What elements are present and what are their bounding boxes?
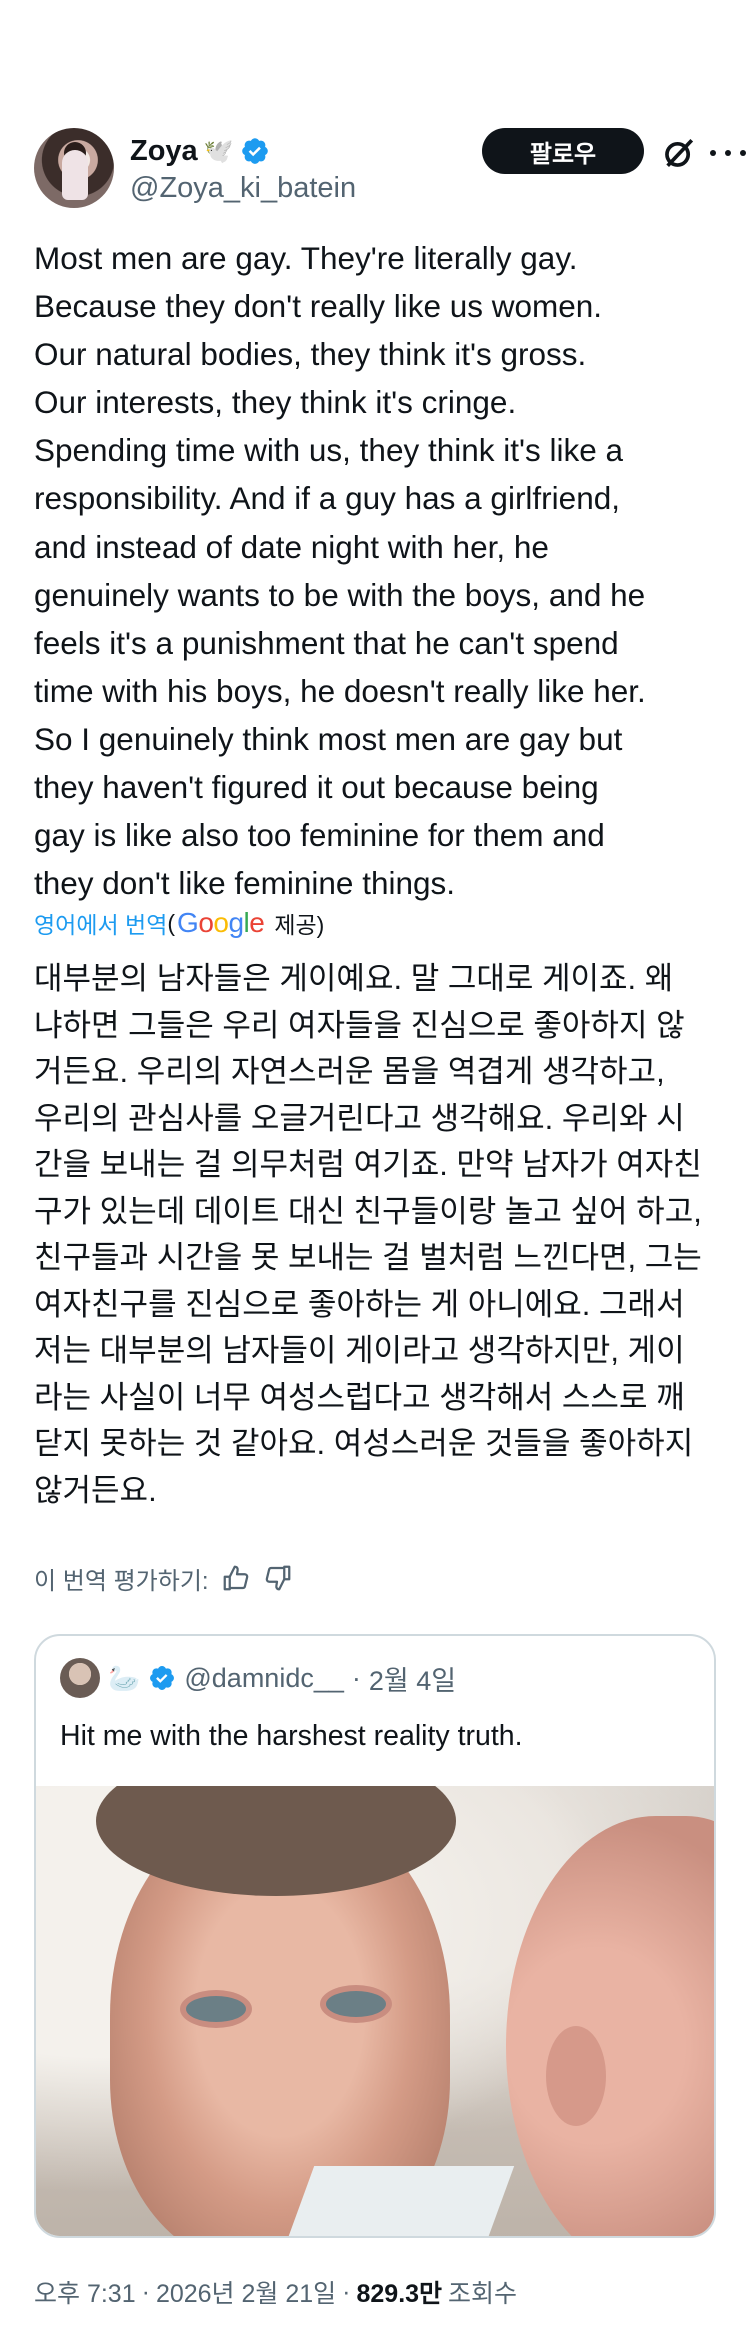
tweet-date[interactable]: 2026년 2월 21일: [156, 2274, 336, 2310]
image-collar: [277, 2166, 515, 2236]
quoted-tweet-text: Hit me with the harshest reality truth.: [60, 1720, 523, 1752]
translated-text: 대부분의 남자들은 게이예요. 말 그대로 게이죠. 왜 냐하면 그들은 우리 …: [34, 961, 702, 1508]
open-paren: (: [167, 909, 176, 936]
image-eye: [186, 1996, 246, 2022]
quoted-tweet-image[interactable]: [36, 1786, 714, 2236]
author-name[interactable]: Zoya: [130, 135, 198, 168]
more-dot: [710, 150, 716, 156]
quoted-author-avatar: [60, 1658, 100, 1698]
avatar-figure: [62, 150, 88, 200]
verified-badge-icon[interactable]: [240, 136, 270, 166]
verified-badge-icon: [150, 1666, 175, 1690]
author-avatar[interactable]: [34, 128, 114, 208]
grok-icon[interactable]: [662, 136, 696, 170]
dove-emoji: 🕊️: [203, 137, 234, 165]
views-count: 829.3만: [356, 2280, 443, 2308]
google-logo-letter: G: [177, 907, 199, 938]
swan-emoji: 🦢: [108, 1662, 141, 1693]
rate-translation-row: 이 번역 평가하기:: [34, 1558, 293, 1598]
tweet-page: Zoya 🕊️ @Zoya_ki_batein 팔로우 Most men are…: [0, 0, 750, 2349]
google-logo-letter: g: [228, 907, 244, 938]
views-label: 조회수: [448, 2280, 518, 2308]
translate-link[interactable]: 영어에서 번역: [34, 906, 167, 940]
tweet-header: Zoya 🕊️ @Zoya_ki_batein 팔로우: [34, 128, 746, 212]
more-icon[interactable]: [710, 138, 746, 168]
image-eye: [326, 1991, 386, 2017]
tweet-meta: 오후 7:31 · 2026년 2월 21일 · 829.3만 조회수: [34, 2274, 517, 2310]
author-name-row: Zoya 🕊️: [130, 132, 270, 170]
more-dot: [740, 150, 746, 156]
quoted-tweet-header: 🦢 @damnidc__ · 2월 4일: [60, 1658, 456, 1698]
quoted-author-handle: @damnidc__: [184, 1662, 344, 1693]
dot-separator: ·: [351, 1662, 361, 1693]
more-dot: [725, 150, 731, 156]
quoted-tweet-date: 2월 4일: [368, 1665, 457, 1696]
tweet-time[interactable]: 오후 7:31: [34, 2274, 136, 2310]
quoted-tweet-card[interactable]: 🦢 @damnidc__ · 2월 4일 Hit me with the har…: [34, 1634, 716, 2238]
google-logo-letter: o: [213, 907, 229, 938]
post-text: Most men are gay. They're literally gay.…: [34, 240, 646, 902]
author-handle[interactable]: @Zoya_ki_batein: [130, 172, 356, 205]
google-logo-letter: e: [249, 907, 265, 938]
google-logo-letter: o: [198, 907, 214, 938]
dot-separator: ·: [342, 2277, 351, 2306]
image-ear: [546, 2026, 606, 2126]
translation-attribution: 영어에서 번역 ( Google 제공): [34, 906, 324, 940]
thumbs-up-icon[interactable]: [221, 1563, 251, 1593]
rate-translation-label: 이 번역 평가하기:: [34, 1567, 209, 1595]
thumbs-down-icon[interactable]: [263, 1563, 293, 1593]
google-logo: Google: [177, 907, 265, 939]
provided-label: 제공): [274, 912, 325, 938]
follow-button[interactable]: 팔로우: [482, 128, 644, 174]
dot-separator: ·: [141, 2277, 150, 2306]
